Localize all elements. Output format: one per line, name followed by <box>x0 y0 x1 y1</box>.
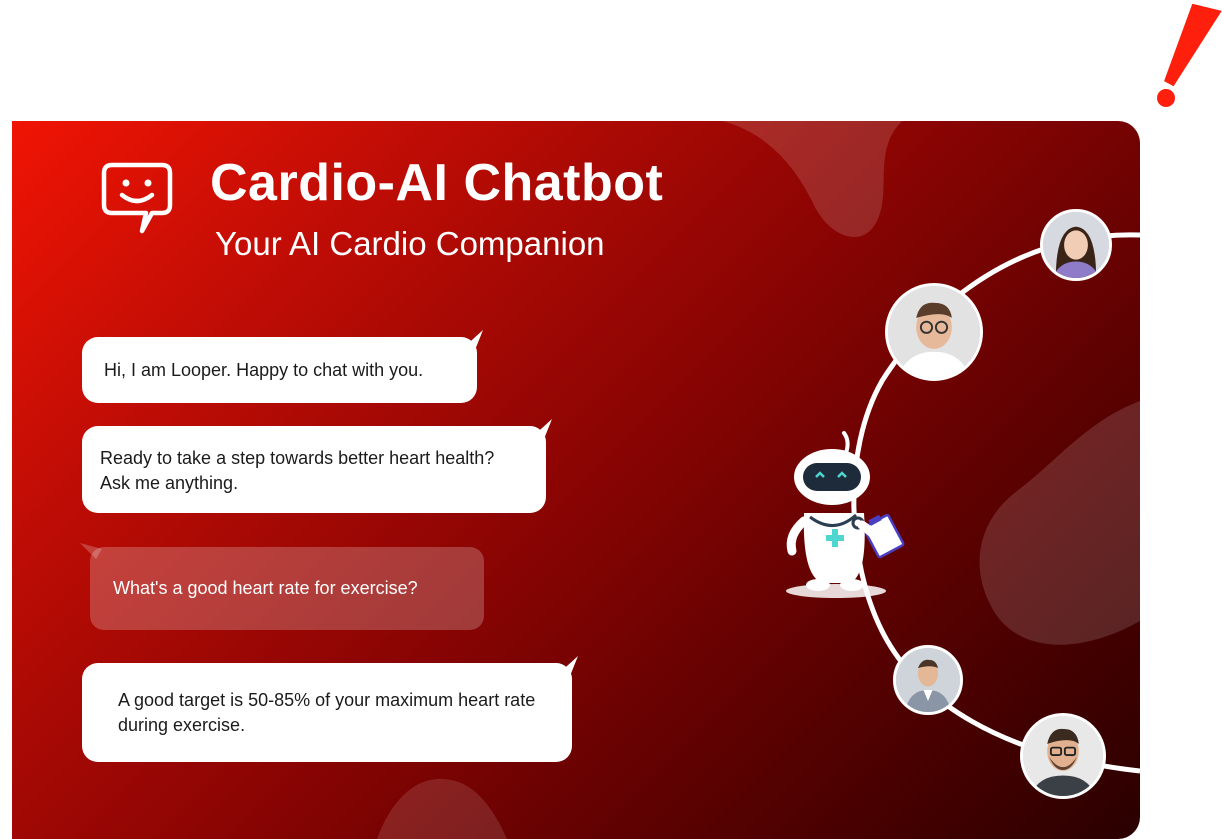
bubble-tail <box>530 419 552 439</box>
exclamation-icon <box>1157 3 1222 107</box>
message-text: A good target is 50-85% of your maximum … <box>118 690 536 735</box>
avatar-user-man-beard <box>1020 713 1106 799</box>
message-text: Hi, I am Looper. Happy to chat with you. <box>104 360 424 380</box>
user-message-bubble: What's a good heart rate for exercise? <box>80 543 484 630</box>
avatar-user-man-suit <box>893 645 963 715</box>
bot-message-bubble: Hi, I am Looper. Happy to chat with you. <box>82 330 483 403</box>
bot-message-bubble: Ready to take a step towards better hear… <box>82 419 552 513</box>
robot-doctor-icon <box>786 431 905 598</box>
message-text: What's a good heart rate for exercise? <box>113 578 418 598</box>
hero-banner: Cardio-AI Chatbot Your AI Cardio Compani… <box>12 121 1140 839</box>
avatar-user-man-glasses <box>885 283 983 381</box>
bubble-tail <box>461 330 483 350</box>
message-text: Ready to take a step towards better hear… <box>100 448 495 493</box>
chat-smiley-icon <box>101 162 173 234</box>
bubble-tail <box>556 656 578 676</box>
bubble-tail <box>80 543 102 559</box>
bot-message-bubble: A good target is 50-85% of your maximum … <box>82 656 578 762</box>
page-subtitle: Your AI Cardio Companion <box>215 225 605 262</box>
page-title: Cardio-AI Chatbot <box>210 154 664 212</box>
avatar-user-woman <box>1040 209 1112 281</box>
